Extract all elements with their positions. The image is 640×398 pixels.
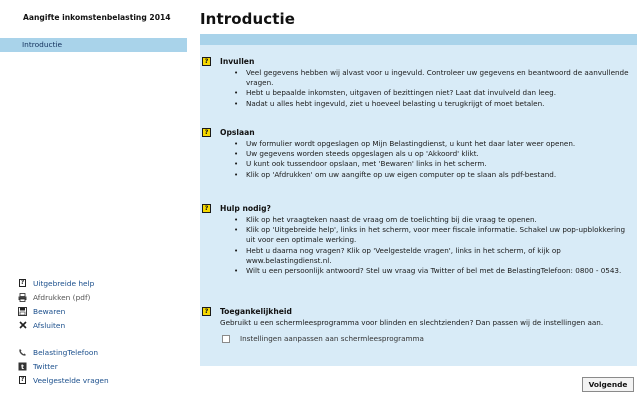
bullet-list: Klik op het vraagteken naast de vraag om… <box>234 215 629 276</box>
belastingtelefoon-link[interactable]: BelastingTelefoon <box>18 345 109 359</box>
section-title: Toegankelijkheid <box>220 307 292 316</box>
list-item: Wilt u een persoonlijk antwoord? Stel uw… <box>234 266 629 276</box>
bullet-list: Veel gegevens hebben wij alvast voor u i… <box>234 68 629 109</box>
link-label: Twitter <box>33 361 58 371</box>
help-question-icon[interactable]: ? <box>202 128 211 137</box>
app-title: Aangifte inkomstenbelasting 2014 <box>23 13 171 22</box>
printer-icon <box>18 292 27 302</box>
bullet-list: Uw formulier wordt opgeslagen op Mijn Be… <box>234 139 629 180</box>
uitgebreide-help-link[interactable]: ? Uitgebreide help <box>18 276 94 290</box>
afsluiten-link[interactable]: Afsluiten <box>18 318 94 332</box>
panel-header-bar <box>200 34 637 45</box>
help-question-icon[interactable]: ? <box>202 307 211 316</box>
phone-icon <box>18 347 27 357</box>
list-item: Hebt u daarna nog vragen? Klik op 'Veelg… <box>234 246 629 266</box>
link-label: Veelgestelde vragen <box>33 375 109 385</box>
section-title: Hulp nodig? <box>220 204 271 213</box>
bewaren-link[interactable]: Bewaren <box>18 304 94 318</box>
sidebar-item-label: Introductie <box>22 40 63 49</box>
screenreader-checkbox[interactable] <box>222 334 230 343</box>
afdrukken-link[interactable]: Afdrukken (pdf) <box>18 290 94 304</box>
help-question-icon[interactable]: ? <box>202 57 211 66</box>
screenreader-checkbox-row[interactable]: Instellingen aanpassen aan schermleespro… <box>222 334 424 343</box>
section-description: Gebruikt u een schermleesprogramma voor … <box>220 318 604 327</box>
save-icon <box>18 306 27 316</box>
next-button[interactable]: Volgende <box>582 377 634 392</box>
twitter-icon: t <box>18 361 27 371</box>
list-item: Veel gegevens hebben wij alvast voor u i… <box>234 68 629 88</box>
link-label: Uitgebreide help <box>33 278 95 288</box>
checkbox-label: Instellingen aanpassen aan schermleespro… <box>240 334 424 343</box>
question-square-icon: ? <box>19 279 26 287</box>
list-item: Klik op 'Afdrukken' om uw aangifte op uw… <box>234 170 629 180</box>
question-square-icon: ? <box>19 376 26 384</box>
link-label: Afsluiten <box>33 320 66 330</box>
close-icon <box>18 320 27 330</box>
link-label: BelastingTelefoon <box>33 347 99 357</box>
sidebar: Aangifte inkomstenbelasting 2014 Introdu… <box>0 0 190 398</box>
veelgestelde-vragen-link[interactable]: ? Veelgestelde vragen <box>18 373 109 387</box>
list-item: Uw gegevens worden steeds opgeslagen als… <box>234 149 629 159</box>
help-question-icon[interactable]: ? <box>202 204 211 213</box>
link-label: Bewaren <box>33 306 66 316</box>
list-item: Hebt u bepaalde inkomsten, uitgaven of b… <box>234 88 629 98</box>
twitter-link[interactable]: t Twitter <box>18 359 109 373</box>
page-title: Introductie <box>200 10 296 28</box>
app-window: Aangifte inkomstenbelasting 2014 Introdu… <box>0 0 640 398</box>
list-item: Uw formulier wordt opgeslagen op Mijn Be… <box>234 139 629 149</box>
sidebar-contact: BelastingTelefoon t Twitter ? Veelgestel… <box>18 345 109 387</box>
sidebar-actions: ? Uitgebreide help Afdrukken (pdf) Bewar… <box>18 276 94 332</box>
list-item: Nadat u alles hebt ingevuld, ziet u hoev… <box>234 99 629 109</box>
sidebar-item-introductie[interactable]: Introductie <box>0 38 187 52</box>
section-title: Invullen <box>220 57 255 66</box>
content-panel: ? Invullen Veel gegevens hebben wij alva… <box>200 34 637 366</box>
link-label: Afdrukken (pdf) <box>33 292 91 302</box>
list-item: U kunt ook tussendoor opslaan, met 'Bewa… <box>234 159 629 169</box>
svg-text:t: t <box>21 363 24 371</box>
list-item: Klik op het vraagteken naast de vraag om… <box>234 215 629 225</box>
section-title: Opslaan <box>220 128 255 137</box>
list-item: Klik op 'Uitgebreide help', links in het… <box>234 225 629 245</box>
